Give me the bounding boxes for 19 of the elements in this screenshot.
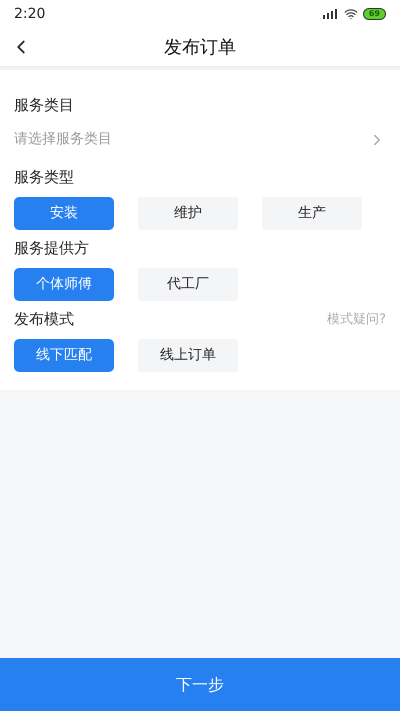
section-label: 服务提供方 xyxy=(14,238,89,260)
option-button[interactable]: 生产 xyxy=(262,196,362,230)
help-link[interactable]: 模式疑问? xyxy=(327,310,386,330)
option-button[interactable]: 安装 xyxy=(14,196,114,230)
wifi-icon xyxy=(344,7,358,21)
option-button[interactable]: 维护 xyxy=(138,196,238,230)
next-button[interactable]: 下一步 xyxy=(0,658,400,711)
section-label: 发布模式 xyxy=(14,309,74,330)
page-title: 发布订单 xyxy=(164,36,236,60)
section-label: 服务类目 xyxy=(14,95,75,116)
option-button[interactable]: 线下匹配 xyxy=(14,338,114,372)
signal-icon xyxy=(322,9,339,19)
section-label: 服务类型 xyxy=(14,167,74,188)
option-button[interactable]: 个体师傅 xyxy=(14,268,114,300)
option-button[interactable]: 线上订单 xyxy=(138,338,238,372)
battery-indicator: 69 xyxy=(362,8,386,20)
option-button[interactable]: 代工厂 xyxy=(138,268,238,300)
category-select[interactable]: 请选择服务类目 xyxy=(14,120,386,158)
status-time: 2:20 xyxy=(14,4,46,24)
